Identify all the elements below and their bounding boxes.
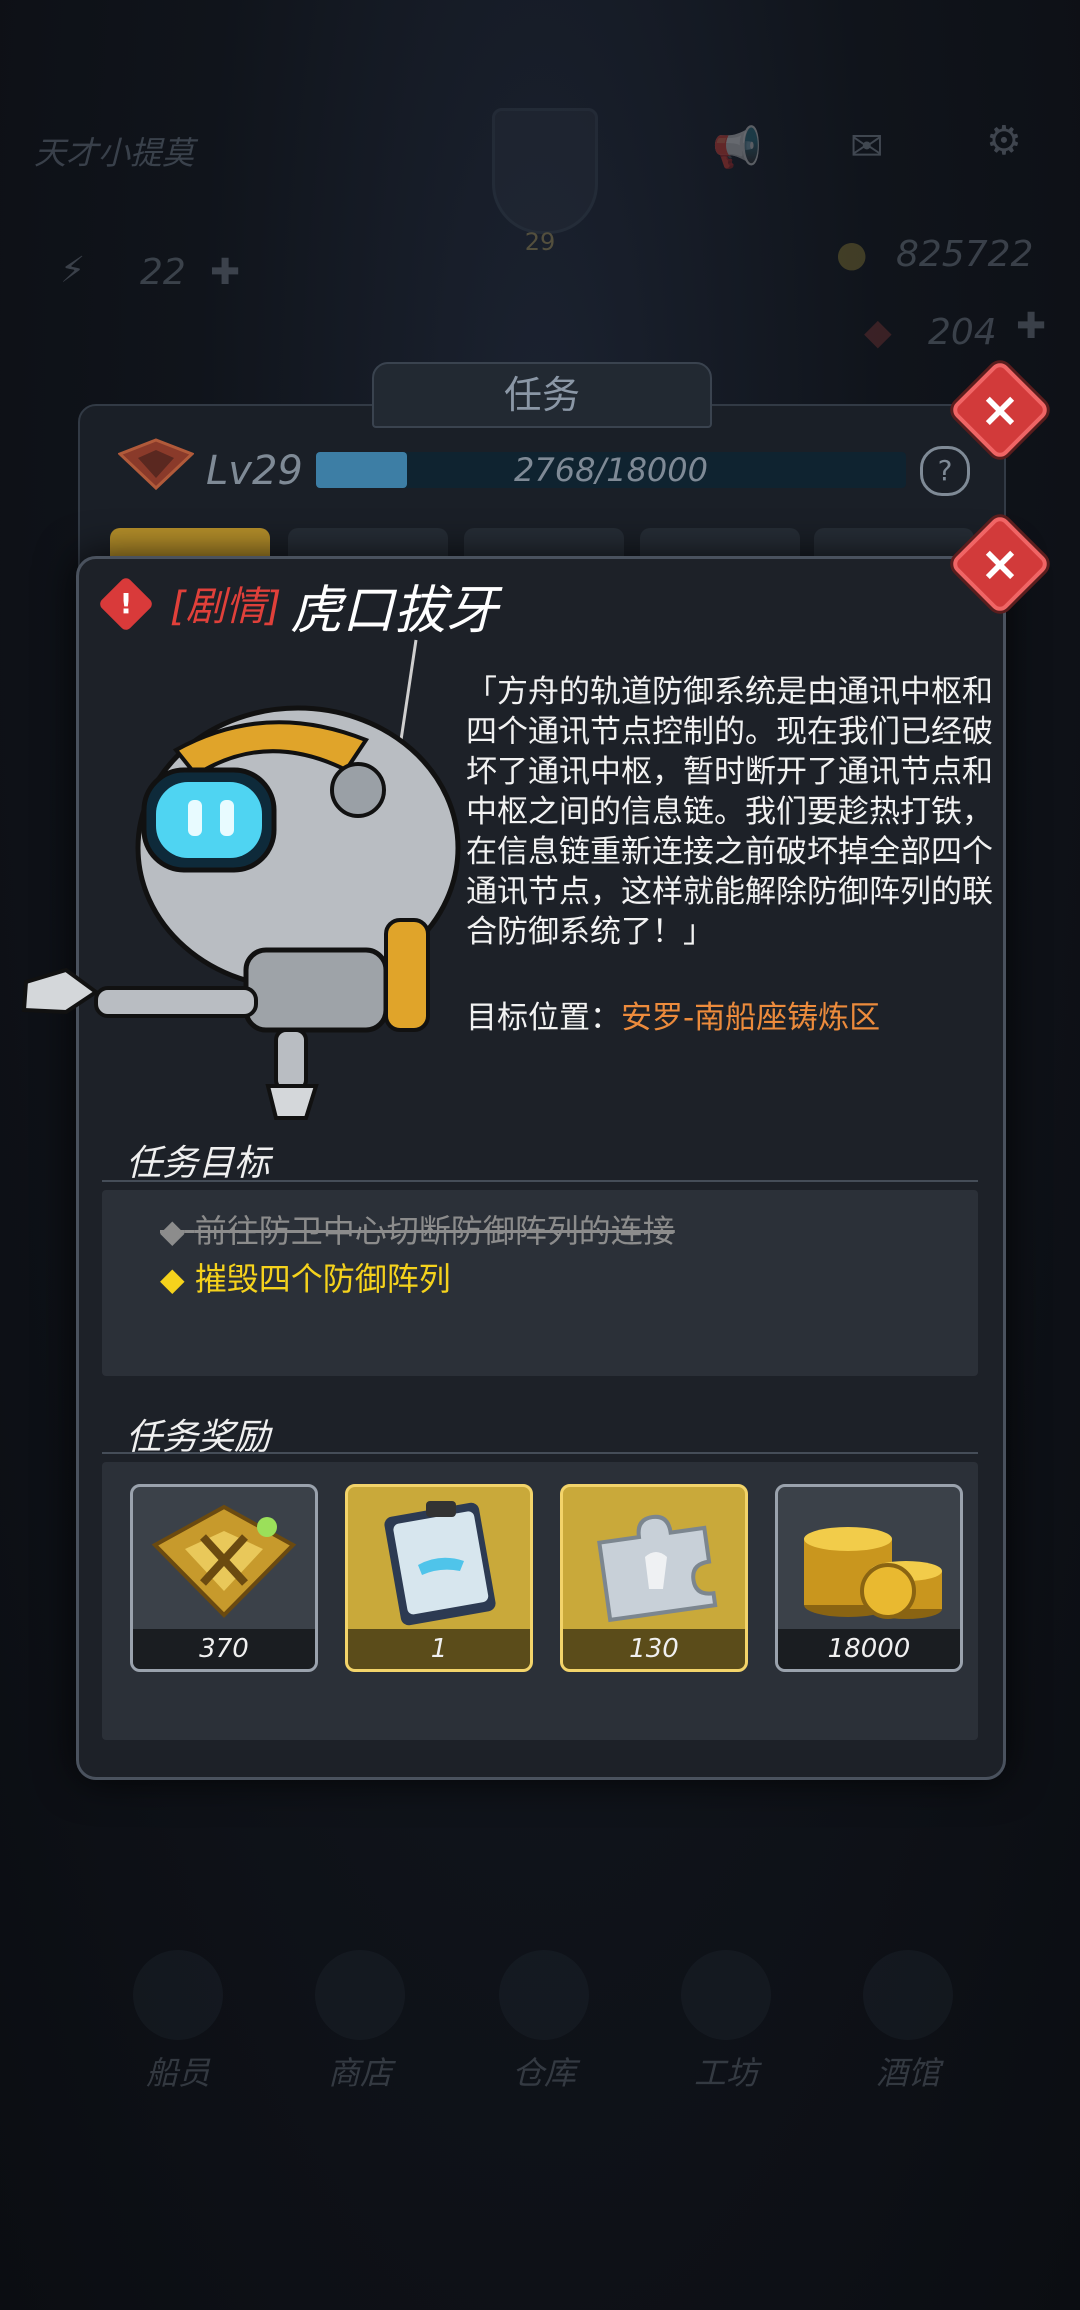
energy-add-icon[interactable]: ✚ (210, 252, 240, 293)
help-button[interactable]: ? (920, 446, 970, 496)
nav-workshop[interactable]: 工坊 (666, 1950, 786, 2094)
reward-item-gold[interactable]: 18000 (775, 1484, 963, 1672)
nav-crew-label: 船员 (145, 2054, 210, 2092)
objective-item: ◆ 摧毁四个防御阵列 (160, 1254, 451, 1300)
diamond-bullet-icon: ◆ (160, 1212, 185, 1250)
bottom-nav: 船员 商店 仓库 工坊 酒馆 (0, 1950, 1080, 2130)
crew-icon (133, 1950, 223, 2040)
close-icon: × (979, 382, 1021, 438)
objective-text: 前往防卫中心切断防御阵列的连接 (194, 1212, 675, 1250)
reward-count: 18000 (778, 1629, 960, 1669)
player-avatar[interactable] (492, 108, 598, 234)
objectives-title: 任务目标 (126, 1143, 271, 1184)
xp-text: 2768/18000 (513, 451, 708, 489)
player-name[interactable]: 天才小提莫 (34, 128, 194, 174)
shop-icon (315, 1950, 405, 2040)
workshop-icon (681, 1950, 771, 2040)
reward-item-rank-points[interactable]: 370 (130, 1484, 318, 1672)
reward-item-blueprint[interactable]: 1 (345, 1484, 533, 1672)
nav-warehouse[interactable]: 仓库 (484, 1950, 604, 2094)
rank-badge-icon (151, 1504, 297, 1618)
coin-value: 825722 (896, 234, 1034, 275)
reward-count: 130 (563, 1629, 745, 1669)
gem-icon: ◆ (864, 312, 892, 353)
rank-emblem-icon (117, 436, 195, 492)
nav-shop-label: 商店 (327, 2054, 392, 2092)
energy-value: 22 (140, 252, 186, 293)
nav-crew[interactable]: 船员 (118, 1950, 238, 2094)
gem-add-icon[interactable]: ✚ (1016, 306, 1046, 347)
target-location-label: 目标位置： (466, 1000, 621, 1036)
puzzle-piece-icon (597, 1514, 718, 1623)
task-panel-title: 任务 (372, 362, 712, 428)
energy-icon: ⚡ (60, 250, 86, 291)
objective-text: 摧毁四个防御阵列 (194, 1260, 451, 1298)
announcement-icon[interactable]: 📢 (712, 124, 762, 171)
nav-tavern[interactable]: 酒馆 (848, 1950, 968, 2094)
tavern-icon (863, 1950, 953, 2040)
close-icon: × (979, 536, 1021, 592)
objectives-divider (102, 1180, 978, 1182)
diamond-bullet-icon: ◆ (160, 1260, 185, 1298)
robot-character-icon (6, 620, 466, 1120)
objective-item: ◆ 前往防卫中心切断防御阵列的连接 (160, 1206, 675, 1252)
nav-workshop-label: 工坊 (693, 2054, 758, 2092)
nav-tavern-label: 酒馆 (875, 2054, 940, 2092)
target-location-line: 目标位置：安罗-南船座铸炼区 (466, 992, 880, 1037)
player-level: 29 (524, 228, 556, 256)
task-level: Lv29 (206, 448, 303, 494)
reward-item-puzzle-fragment[interactable]: 130 (560, 1484, 748, 1672)
mail-icon[interactable]: ✉ (850, 124, 884, 170)
reward-count: 370 (133, 1629, 315, 1669)
reward-count: 1 (348, 1629, 530, 1669)
warehouse-icon (499, 1950, 589, 2040)
quest-description: 「方舟的轨道防御系统是由通讯中枢和四个通讯节点控制的。现在我们已经破坏了通讯中枢… (466, 674, 993, 950)
nav-warehouse-label: 仓库 (511, 2054, 576, 2092)
rewards-divider (102, 1452, 978, 1454)
blueprint-icon (384, 1501, 496, 1626)
gold-coins-icon (804, 1527, 942, 1619)
nav-shop[interactable]: 商店 (300, 1950, 420, 2094)
gem-value: 204 (928, 312, 997, 353)
coin-icon: ● (836, 234, 868, 275)
gear-icon[interactable]: ⚙ (986, 118, 1022, 164)
target-location-value[interactable]: 安罗-南船座铸炼区 (621, 1000, 880, 1036)
